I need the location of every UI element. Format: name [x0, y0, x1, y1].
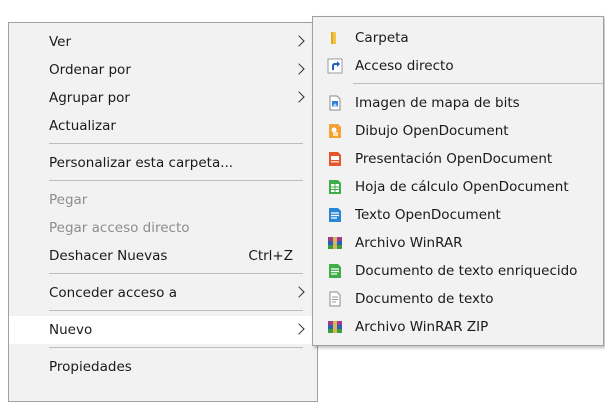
- menu-item-personalizar-carpeta[interactable]: Personalizar esta carpeta...: [9, 149, 317, 177]
- menu-separator: [49, 180, 303, 181]
- odg-icon: [329, 124, 341, 138]
- menu-item-label: Ordenar por: [49, 62, 131, 78]
- bitmap-icon: [329, 95, 341, 111]
- menu-item-label: Conceder acceso a: [49, 285, 177, 301]
- submenu-item-presentacion-opendocument[interactable]: Presentación OpenDocument: [313, 145, 603, 173]
- txt-icon: [329, 291, 341, 307]
- shortcut-label: Ctrl+Z: [248, 248, 293, 264]
- chevron-right-icon: [293, 286, 305, 298]
- context-menu: Ver Ordenar por Agrupar por Actualizar P…: [8, 22, 318, 402]
- menu-item-label: Deshacer Nuevas: [49, 248, 168, 264]
- menu-item-label: Imagen de mapa de bits: [355, 95, 520, 111]
- menu-item-label: Ver: [49, 34, 72, 50]
- chevron-right-icon: [293, 91, 305, 103]
- menu-item-ver[interactable]: Ver: [9, 28, 317, 56]
- submenu-item-acceso-directo[interactable]: Acceso directo: [313, 52, 603, 80]
- odp-icon: [329, 152, 341, 166]
- menu-separator: [353, 83, 603, 84]
- menu-item-label: Pegar: [49, 192, 88, 208]
- menu-separator: [49, 273, 303, 274]
- menu-item-label: Propiedades: [49, 359, 132, 375]
- menu-separator: [49, 347, 303, 348]
- menu-item-actualizar[interactable]: Actualizar: [9, 112, 317, 140]
- menu-item-label: Texto OpenDocument: [355, 207, 501, 223]
- submenu-item-dibujo-opendocument[interactable]: Dibujo OpenDocument: [313, 117, 603, 145]
- submenu-item-imagen-mapa-bits[interactable]: Imagen de mapa de bits: [313, 89, 603, 117]
- menu-item-agrupar-por[interactable]: Agrupar por: [9, 84, 317, 112]
- winrar-zip-icon: [328, 321, 342, 333]
- chevron-right-icon: [293, 323, 305, 335]
- menu-item-label: Archivo WinRAR: [355, 235, 463, 251]
- submenu-item-documento-texto-enriquecido[interactable]: Documento de texto enriquecido: [313, 257, 603, 285]
- submenu-item-documento-texto[interactable]: Documento de texto: [313, 285, 603, 313]
- menu-item-nuevo[interactable]: Nuevo: [9, 316, 317, 344]
- ods-icon: [329, 180, 341, 194]
- menu-separator: [49, 143, 303, 144]
- chevron-right-icon: [293, 63, 305, 75]
- odt-icon: [329, 208, 341, 222]
- menu-separator: [49, 310, 303, 311]
- menu-item-label: Acceso directo: [355, 58, 454, 74]
- submenu-item-texto-opendocument[interactable]: Texto OpenDocument: [313, 201, 603, 229]
- menu-item-label: Actualizar: [49, 118, 116, 134]
- menu-item-pegar-acceso-directo: Pegar acceso directo: [9, 214, 317, 242]
- new-submenu: Carpeta Acceso directo Imagen de mapa de…: [312, 16, 604, 346]
- menu-item-label: Documento de texto: [355, 291, 494, 307]
- submenu-item-archivo-winrar[interactable]: Archivo WinRAR: [313, 229, 603, 257]
- menu-item-conceder-acceso[interactable]: Conceder acceso a: [9, 279, 317, 307]
- menu-item-label: Documento de texto enriquecido: [355, 263, 578, 279]
- menu-item-label: Personalizar esta carpeta...: [49, 155, 234, 171]
- submenu-item-carpeta[interactable]: Carpeta: [313, 24, 603, 52]
- menu-item-label: Hoja de cálculo OpenDocument: [355, 179, 569, 195]
- shortcut-icon: [327, 58, 343, 74]
- menu-item-ordenar-por[interactable]: Ordenar por: [9, 56, 317, 84]
- menu-item-pegar: Pegar: [9, 186, 317, 214]
- submenu-item-archivo-winrar-zip[interactable]: Archivo WinRAR ZIP: [313, 313, 603, 341]
- menu-item-label: Carpeta: [355, 30, 409, 46]
- rtf-icon: [329, 264, 341, 278]
- menu-item-label: Dibujo OpenDocument: [355, 123, 509, 139]
- menu-item-propiedades[interactable]: Propiedades: [9, 353, 317, 381]
- menu-item-label: Nuevo: [49, 322, 93, 338]
- menu-item-label: Agrupar por: [49, 90, 130, 106]
- winrar-icon: [328, 237, 342, 249]
- menu-item-label: Archivo WinRAR ZIP: [355, 319, 489, 335]
- submenu-item-hoja-calculo-opendocument[interactable]: Hoja de cálculo OpenDocument: [313, 173, 603, 201]
- chevron-right-icon: [293, 35, 305, 47]
- menu-item-deshacer-nuevas[interactable]: Deshacer Nuevas Ctrl+Z: [9, 242, 317, 270]
- folder-icon: [331, 32, 336, 44]
- menu-item-label: Pegar acceso directo: [49, 220, 190, 236]
- menu-item-label: Presentación OpenDocument: [355, 151, 553, 167]
